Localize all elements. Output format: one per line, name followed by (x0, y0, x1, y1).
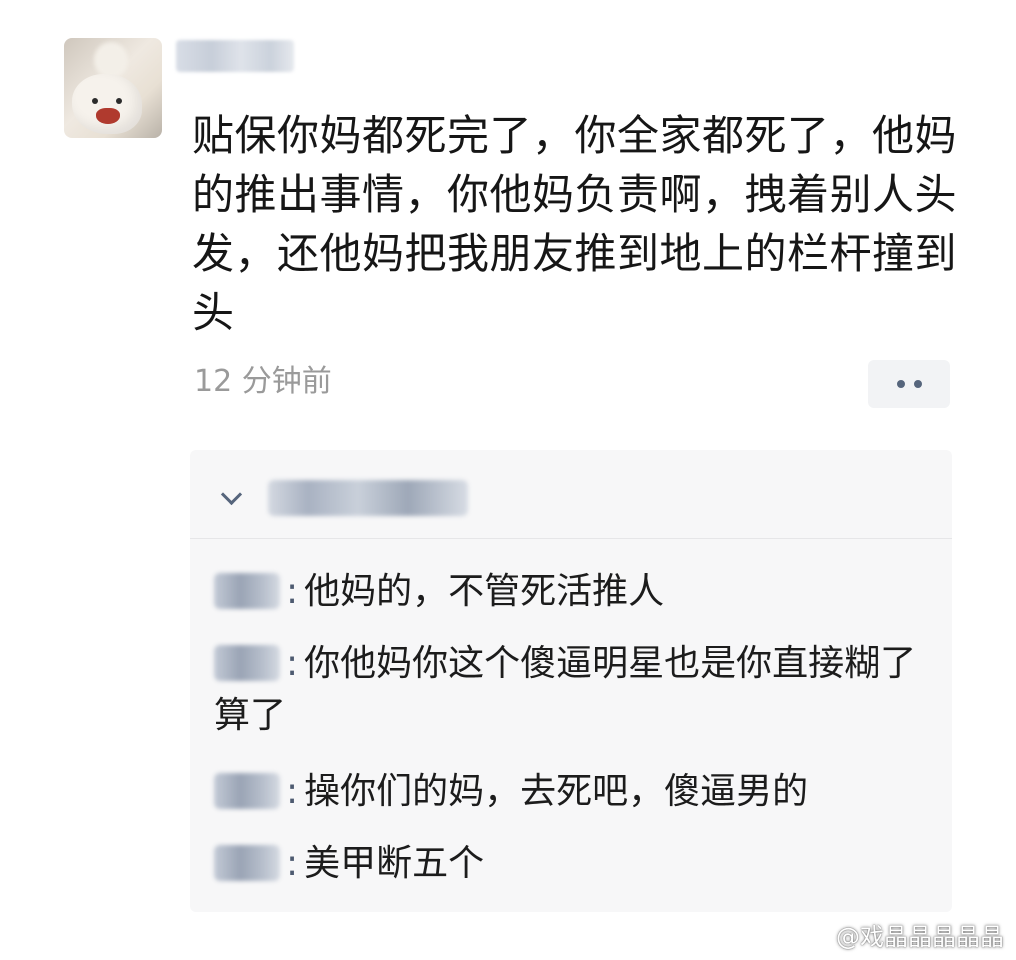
commenter-name-redacted[interactable] (214, 773, 280, 809)
comment-panel: : 他妈的，不管死活推人 : 你他妈你这个傻逼明星也是你直接糊了算了 : 操你们的妈，… (190, 450, 952, 912)
more-dots-icon (896, 380, 905, 388)
likes-redacted (268, 480, 468, 516)
chevron-down-icon[interactable] (220, 483, 243, 506)
comment-text: 你他妈你这个傻逼明星也是你直接糊了算了 (214, 643, 917, 736)
commenter-name-redacted[interactable] (214, 645, 280, 681)
commenter-name-redacted[interactable] (214, 845, 280, 881)
comment-item: : 你他妈你这个傻逼明星也是你直接糊了算了 (214, 638, 934, 742)
post-text: 贴保你妈都死完了，你全家都死了，他妈的推出事情，你他妈负责啊，拽着别人头发，还他… (192, 111, 958, 337)
avatar-face (72, 74, 142, 134)
avatar-eye (116, 98, 122, 104)
comment-text: 美甲断五个 (304, 843, 485, 884)
post-timestamp: 12 分钟前 (194, 364, 332, 399)
more-button[interactable] (868, 360, 950, 408)
username-redacted[interactable] (176, 40, 294, 72)
comment-separator: : (286, 643, 299, 684)
comment-text: 操你们的妈，去死吧，傻逼男的 (304, 771, 809, 812)
comment-text: 他妈的，不管死活推人 (304, 571, 665, 612)
commenter-name-redacted[interactable] (214, 573, 280, 609)
more-dots-icon (913, 380, 922, 388)
comment-separator: : (286, 843, 299, 884)
avatar-mouth (96, 108, 120, 124)
avatar-ear (94, 42, 128, 78)
comment-item: : 美甲断五个 (214, 838, 934, 890)
avatar-eye (92, 98, 98, 104)
comment-item: : 他妈的，不管死活推人 (214, 566, 934, 618)
comment-separator: : (286, 571, 299, 612)
comment-separator: : (286, 771, 299, 812)
avatar[interactable] (64, 38, 162, 138)
comment-item: : 操你们的妈，去死吧，傻逼男的 (214, 766, 934, 818)
watermark: @戏晶晶晶晶晶 (836, 923, 1004, 951)
likes-row (190, 450, 952, 539)
